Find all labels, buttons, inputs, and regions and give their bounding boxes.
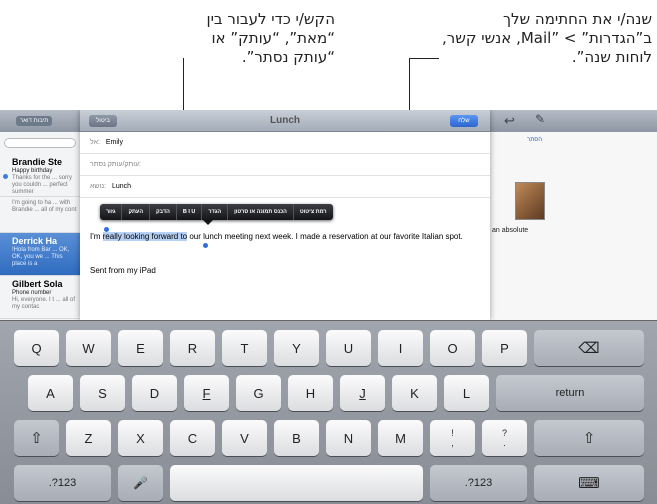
selected-text[interactable]: really looking forward to	[102, 232, 188, 241]
selection-handle-end[interactable]	[203, 243, 208, 248]
callout-signature: שנה/י את החתימה שלך ב”הגדרות” > ”Mail, א…	[442, 10, 652, 66]
key-b[interactable]: B	[274, 420, 319, 456]
sender-name: Gilbert Sola	[12, 279, 63, 289]
key-question-period[interactable]: ? .	[482, 420, 527, 456]
sender-name: Derrick Ha	[12, 236, 58, 246]
leader-line-sig-h	[409, 58, 439, 59]
key-top-label: ?	[501, 428, 507, 438]
key-r[interactable]: R	[170, 330, 215, 366]
subject-label: נושא:	[90, 183, 107, 190]
compose-title: Lunch	[270, 115, 300, 126]
menu-item-paste[interactable]: הדבק	[150, 204, 177, 220]
key-t[interactable]: T	[222, 330, 267, 366]
key-p[interactable]: P	[482, 330, 527, 366]
backspace-key[interactable]: ⌫	[534, 330, 644, 366]
key-y[interactable]: Y	[274, 330, 319, 366]
mail-subject: Happy birthday	[12, 168, 53, 174]
return-key[interactable]: return	[496, 375, 644, 411]
to-value: Emily	[105, 139, 123, 146]
menu-item-format[interactable]: B I U	[177, 204, 203, 220]
body-text-after: our lunch meeting next week. I made a re…	[187, 232, 463, 241]
mailbox-pill[interactable]: תיבות דואר	[16, 116, 53, 126]
key-d[interactable]: D	[132, 375, 177, 411]
key-i[interactable]: I	[378, 330, 423, 366]
compose-toolbar: ביטול Lunch שלח	[80, 110, 490, 132]
mail-preview: !Hola from Bar ... OK, OK, you we ... Th…	[12, 247, 70, 267]
key-v[interactable]: V	[222, 420, 267, 456]
cc-bcc-label: עותק/עותק נסתר:	[90, 161, 142, 168]
menu-pointer-icon	[203, 220, 213, 225]
numbers-key-left[interactable]: .?123	[14, 465, 111, 501]
key-a[interactable]: A	[28, 375, 73, 411]
key-top-label: !	[451, 428, 454, 438]
mail-subject: Phone number	[12, 290, 52, 296]
key-g[interactable]: G	[236, 375, 281, 411]
message-fragment: an absolute	[492, 227, 529, 234]
reply-icon[interactable]: ↩	[504, 113, 515, 129]
key-h[interactable]: H	[288, 375, 333, 411]
key-n[interactable]: N	[326, 420, 371, 456]
hide-keyboard-icon[interactable]: ⌨	[534, 465, 644, 501]
menu-item-quote-level[interactable]: רמת ציטוט	[294, 204, 333, 220]
key-w[interactable]: W	[66, 330, 111, 366]
list-item[interactable]: I'm going to ha ... with Brandie ... all…	[0, 197, 80, 233]
key-u[interactable]: U	[326, 330, 371, 366]
menu-item-copy[interactable]: העתק	[122, 204, 151, 220]
sender-name: Brandie Ste	[12, 157, 63, 167]
signature[interactable]: Sent from my iPad	[90, 266, 156, 275]
key-f[interactable]: F	[184, 375, 229, 411]
key-c[interactable]: C	[170, 420, 215, 456]
mail-preview: I'm going to ha ... with Brandie ... all…	[12, 200, 77, 213]
avatar	[515, 182, 545, 220]
key-z[interactable]: Z	[66, 420, 111, 456]
key-l[interactable]: L	[444, 375, 489, 411]
edit-context-menu: גזור העתק הדבק B I U הגדר הכנס תמונה או …	[100, 204, 333, 220]
key-m[interactable]: M	[378, 420, 423, 456]
microphone-icon[interactable]: 🎤	[118, 465, 163, 501]
key-x[interactable]: X	[118, 420, 163, 456]
mail-preview: Hi, everyone. I t ... all of my contac	[12, 297, 76, 310]
callout-cc-bcc: הקש/י כדי לעבור בין “מאת”, “עותק” או “עו…	[206, 10, 335, 66]
ipad-screen: תיבות דואר Brandie Ste Happy birthday Th…	[0, 110, 657, 504]
shift-key-left[interactable]: ⇧	[14, 420, 59, 456]
mail-preview: Thanks for the ... sorry you couldn ... …	[12, 175, 73, 195]
list-item[interactable]: Gilbert Sola Phone number Hi, everyone. …	[0, 276, 80, 319]
message-body[interactable]: I'm really looking forward to our lunch …	[90, 231, 482, 243]
key-bottom-label: ,	[451, 438, 454, 448]
menu-item-define[interactable]: הגדר	[202, 204, 229, 220]
keyboard: Q W E R T Y U I O P ⌫ A S D F G H J K L …	[0, 320, 657, 504]
unread-dot-icon	[3, 174, 8, 179]
message-toolbar: ↩ ✎	[490, 110, 657, 132]
search-input[interactable]	[4, 138, 76, 148]
key-j[interactable]: J	[340, 375, 385, 411]
key-s[interactable]: S	[80, 375, 125, 411]
list-item-selected[interactable]: Derrick Ha !Hola from Bar ... OK, OK, yo…	[0, 233, 80, 276]
body-text-before: I'm	[90, 232, 103, 241]
subject-field[interactable]: נושא: Lunch	[80, 176, 490, 198]
send-button[interactable]: שלח	[450, 115, 478, 127]
compose-icon[interactable]: ✎	[535, 112, 545, 126]
cc-bcc-field[interactable]: עותק/עותק נסתר:	[80, 154, 490, 176]
key-k[interactable]: K	[392, 375, 437, 411]
key-exclamation-comma[interactable]: ! ,	[430, 420, 475, 456]
list-item[interactable]: Brandie Ste Happy birthday Thanks for th…	[0, 154, 80, 197]
subject-value: Lunch	[111, 183, 132, 190]
key-bottom-label: .	[503, 438, 506, 448]
to-label: אל:	[90, 139, 100, 146]
key-e[interactable]: E	[118, 330, 163, 366]
hide-link[interactable]: הסתר	[527, 137, 542, 143]
mail-list-toolbar: תיבות דואר	[0, 110, 80, 132]
menu-item-cut[interactable]: גזור	[100, 204, 123, 220]
shift-key-right[interactable]: ⇧	[534, 420, 644, 456]
compose-sheet: ביטול Lunch שלח אל: Emily עותק/עותק נסתר…	[80, 110, 490, 320]
menu-item-insert-photo[interactable]: הכנס תמונה או סרטון	[228, 204, 294, 220]
key-q[interactable]: Q	[14, 330, 59, 366]
message-view-background: ↩ ✎ הסתר an absolute	[490, 110, 657, 320]
space-bar[interactable]	[170, 465, 423, 501]
numbers-key-right[interactable]: .?123	[430, 465, 527, 501]
to-field[interactable]: אל: Emily	[80, 132, 490, 154]
mail-list-background: תיבות דואר Brandie Ste Happy birthday Th…	[0, 110, 80, 320]
key-o[interactable]: O	[430, 330, 475, 366]
